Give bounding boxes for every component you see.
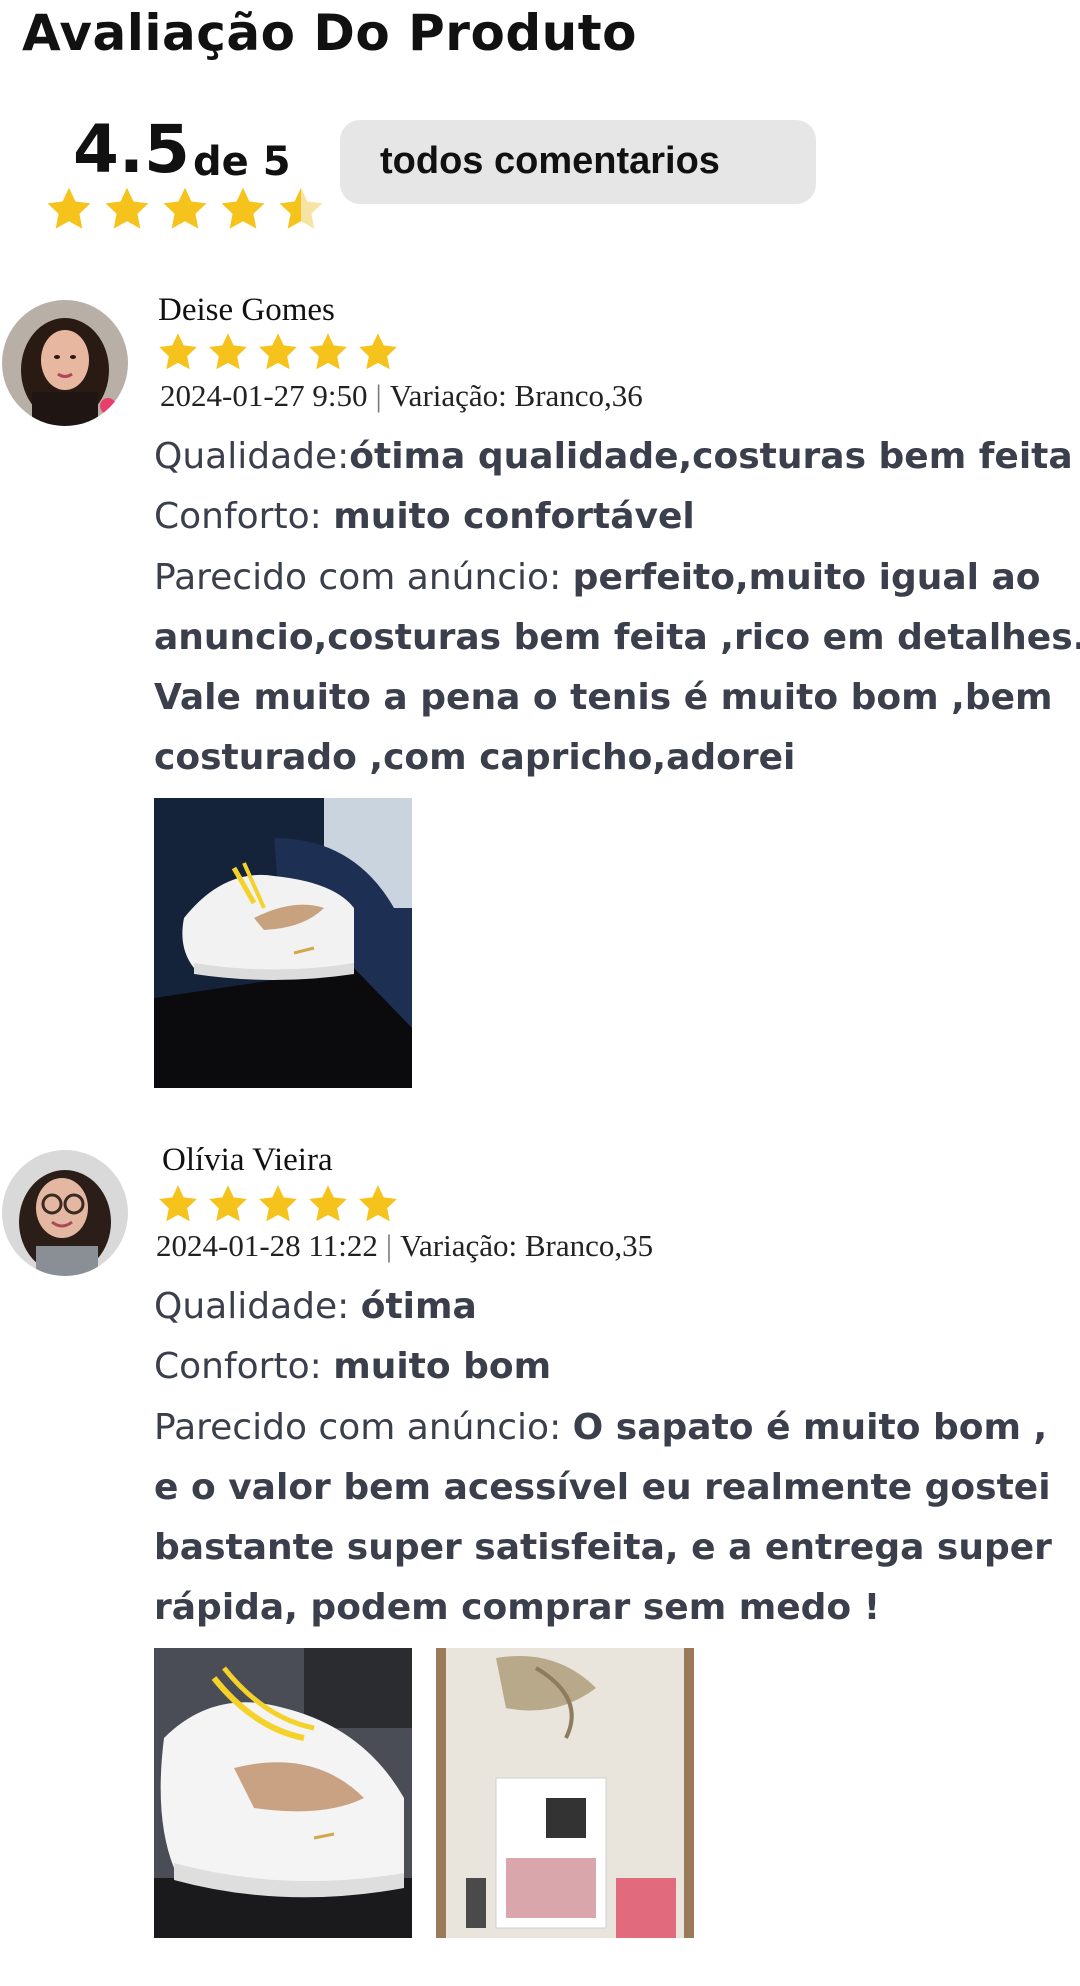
star-icon [105, 187, 149, 229]
review-similar-cont: anuncio,costuras bem feita ,rico em deta… [154, 617, 1080, 658]
star-icon [159, 333, 197, 370]
review-quality: Qualidade:ótima qualidade,costuras bem f… [154, 436, 1073, 477]
reviewer-avatar[interactable] [2, 300, 128, 426]
star-icon [279, 187, 323, 229]
review-comfort: Conforto: muito confortável [154, 496, 695, 537]
review-similar-cont: bastante super satisfeita, e a entrega s… [154, 1527, 1052, 1568]
review-variation: Variação: Branco,36 [389, 378, 643, 413]
star-icon [47, 187, 91, 229]
review-card: Deise Gomes 2024-01-27 9:50 | Variação: Br… [0, 290, 1080, 1110]
reviewer-name: Olívia Vieira [162, 1142, 333, 1178]
review-date: 2024-01-27 9:50 [160, 378, 368, 413]
page-title: Avaliação Do Produto [22, 4, 637, 62]
average-rating-stars [44, 184, 326, 234]
review-similar-cont: Vale muito a pena o tenis é muito bom ,b… [154, 677, 1053, 718]
star-icon [259, 333, 297, 370]
star-icon [359, 333, 397, 370]
star-icon [209, 333, 247, 370]
score-max-label: de 5 [193, 139, 291, 185]
review-photo-sneaker[interactable] [154, 1648, 412, 1938]
review-quality: Qualidade: ótima [154, 1286, 477, 1327]
average-score: 4.5 [73, 111, 190, 188]
review-meta: 2024-01-27 9:50 | Variação: Branco,36 [160, 376, 643, 416]
meta-divider: | [375, 378, 382, 413]
star-icon [159, 1185, 197, 1222]
review-rating-stars [156, 330, 400, 374]
review-comfort: Conforto: muito bom [154, 1346, 552, 1387]
review-similar-cont: costurado ,com capricho,adorei [154, 737, 796, 778]
star-icon [309, 1185, 347, 1222]
review-similar: Parecido com anúncio: perfeito,muito igu… [154, 557, 1041, 598]
reviewer-avatar[interactable] [2, 1150, 128, 1276]
star-icon [309, 333, 347, 370]
star-icon [259, 1185, 297, 1222]
all-comments-button[interactable]: todos comentarios [340, 120, 816, 204]
review-card: Olívia Vieira 2024-01-28 11:22 | Variação:… [0, 1140, 1080, 1986]
review-rating-stars [156, 1182, 400, 1226]
star-icon [163, 187, 207, 229]
all-comments-label: todos comentarios [380, 140, 720, 182]
review-photo-sneaker[interactable] [154, 798, 412, 1088]
star-icon [221, 187, 265, 229]
review-similar-cont: rápida, podem comprar sem medo ! [154, 1587, 881, 1628]
review-variation: Variação: Branco,35 [400, 1228, 654, 1263]
star-icon [209, 1185, 247, 1222]
review-meta: 2024-01-28 11:22 | Variação: Branco,35 [156, 1226, 653, 1266]
review-photo-package[interactable] [436, 1648, 694, 1938]
reviewer-name: Deise Gomes [158, 292, 335, 328]
meta-divider: | [385, 1228, 393, 1263]
review-similar: Parecido com anúncio: O sapato é muito b… [154, 1407, 1048, 1448]
star-icon [359, 1185, 397, 1222]
review-date: 2024-01-28 11:22 [156, 1228, 378, 1263]
review-similar-cont: e o valor bem acessível eu realmente gos… [154, 1467, 1051, 1508]
